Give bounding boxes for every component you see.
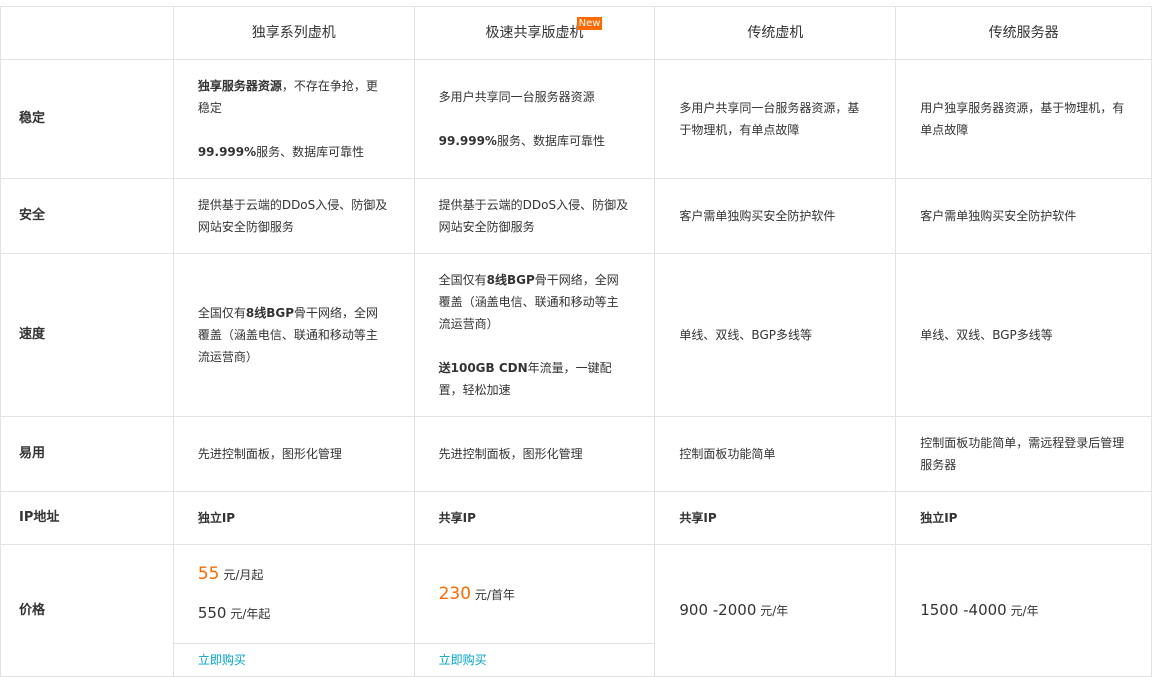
price-monthly-value: 55 bbox=[197, 564, 220, 584]
price-monthly-unit: 元/月起 bbox=[223, 568, 264, 582]
text: 全国仅有 bbox=[438, 273, 487, 287]
header-col-shared-vhost: 极速共享版虚机 New bbox=[415, 7, 656, 59]
cell-security-dedicated: 提供基于云端的DDoS入侵、防御及网站安全防御服务 bbox=[174, 179, 415, 253]
cell-speed-dedicated: 全国仅有8线BGP骨干网络，全网覆盖（涵盖电信、联通和移动等主流运营商） bbox=[174, 254, 415, 416]
text-bold: 99.999% bbox=[438, 134, 497, 148]
text: 多用户共享同一台服务器资源，基于物理机，有单点故障 bbox=[679, 101, 860, 137]
cell-speed-shared: 全国仅有8线BGP骨干网络，全网覆盖（涵盖电信、联通和移动等主流运营商） 送10… bbox=[415, 254, 656, 416]
cell-ip-traditional-server: 独立IP bbox=[896, 492, 1152, 544]
header-col-traditional-server: 传统服务器 bbox=[896, 7, 1153, 59]
row-label-ease: 易用 bbox=[1, 417, 174, 491]
cell-security-traditional-server: 客户需单独购买安全防护软件 bbox=[896, 179, 1152, 253]
table-row-speed: 速度 全国仅有8线BGP骨干网络，全网覆盖（涵盖电信、联通和移动等主流运营商） … bbox=[1, 254, 1152, 417]
price-range-unit: 元/年 bbox=[1010, 604, 1039, 618]
price-yearly-value: 550 bbox=[197, 604, 227, 622]
cell-price-traditional-vhost: 900 -2000 元/年 bbox=[655, 545, 897, 676]
price-first-year-value: 230 bbox=[438, 583, 472, 604]
cell-ease-dedicated: 先进控制面板，图形化管理 bbox=[174, 417, 415, 491]
cell-speed-traditional-vhost: 单线、双线、BGP多线等 bbox=[655, 254, 897, 416]
text-bold: 8线BGP bbox=[486, 273, 535, 287]
table-header-row: 独享系列虚机 极速共享版虚机 New 传统虚机 传统服务器 bbox=[1, 7, 1153, 60]
text: 客户需单独购买安全防护软件 bbox=[679, 209, 836, 223]
table-row-stable: 稳定 独享服务器资源，不存在争抢，更稳定 99.999%服务、数据库可靠性 多用… bbox=[1, 60, 1152, 179]
cell-security-shared: 提供基于云端的DDoS入侵、防御及网站安全防御服务 bbox=[415, 179, 656, 253]
cell-ip-traditional-vhost: 共享IP bbox=[655, 492, 897, 544]
text: 客户需单独购买安全防护软件 bbox=[920, 209, 1077, 223]
cell-ease-shared: 先进控制面板，图形化管理 bbox=[415, 417, 656, 491]
cell-ip-dedicated: 独立IP bbox=[174, 492, 415, 544]
text: 服务、数据库可靠性 bbox=[496, 134, 605, 148]
header-empty-cell bbox=[1, 7, 174, 59]
header-col-traditional-vhost: 传统虚机 bbox=[655, 7, 897, 59]
header-col-shared-vhost-label: 极速共享版虚机 bbox=[485, 25, 584, 41]
cell-price-traditional-server: 1500 -4000 元/年 bbox=[896, 545, 1152, 676]
table-row-ease: 易用 先进控制面板，图形化管理 先进控制面板，图形化管理 控制面板功能简单 控制… bbox=[1, 417, 1152, 492]
buy-now-link-shared[interactable]: 立即购买 bbox=[439, 649, 487, 671]
header-col-dedicated-vhost: 独享系列虚机 bbox=[174, 7, 415, 59]
buy-now-link-dedicated[interactable]: 立即购买 bbox=[198, 649, 246, 671]
price-first-year-unit: 元/首年 bbox=[474, 587, 515, 602]
cell-ip-shared: 共享IP bbox=[415, 492, 656, 544]
new-badge: New bbox=[576, 17, 603, 30]
text: 提供基于云端的DDoS入侵、防御及网站安全防御服务 bbox=[197, 198, 388, 234]
text: 先进控制面板，图形化管理 bbox=[438, 447, 583, 461]
price-range-unit: 元/年 bbox=[760, 604, 789, 618]
cell-speed-traditional-server: 单线、双线、BGP多线等 bbox=[896, 254, 1152, 416]
text-bold: 独享服务器资源 bbox=[197, 79, 282, 93]
cell-security-traditional-vhost: 客户需单独购买安全防护软件 bbox=[655, 179, 897, 253]
text: 提供基于云端的DDoS入侵、防御及网站安全防御服务 bbox=[438, 198, 629, 234]
text: 单线、双线、BGP多线等 bbox=[679, 328, 812, 342]
cell-stable-traditional-vhost: 多用户共享同一台服务器资源，基于物理机，有单点故障 bbox=[655, 60, 897, 178]
cell-price-dedicated: 55 元/月起 550 元/年起 立即购买 bbox=[173, 545, 415, 676]
cell-stable-traditional-server: 用户独享服务器资源，基于物理机，有单点故障 bbox=[896, 60, 1152, 178]
cell-stable-shared: 多用户共享同一台服务器资源 99.999%服务、数据库可靠性 bbox=[415, 60, 656, 178]
text: 服务、数据库可靠性 bbox=[256, 145, 365, 159]
price-range-value: 1500 -4000 bbox=[920, 601, 1007, 619]
text: 用户独享服务器资源，基于物理机，有单点故障 bbox=[920, 101, 1125, 137]
table-row-price: 价格 55 元/月起 550 元/年起 立即购买 230 元/首年 立即购买 9… bbox=[1, 545, 1152, 677]
text: 全国仅有 bbox=[197, 306, 246, 320]
table-row-security: 安全 提供基于云端的DDoS入侵、防御及网站安全防御服务 提供基于云端的DDoS… bbox=[1, 179, 1152, 254]
row-label-ip: IP地址 bbox=[1, 492, 174, 544]
text: 先进控制面板，图形化管理 bbox=[197, 447, 342, 461]
text: 控制面板功能简单，需远程登录后管理服务器 bbox=[920, 436, 1125, 472]
price-range-value: 900 -2000 bbox=[679, 601, 757, 619]
text: 多用户共享同一台服务器资源 bbox=[438, 90, 595, 104]
text-bold: 送100GB CDN bbox=[438, 361, 528, 375]
cell-ease-traditional-vhost: 控制面板功能简单 bbox=[655, 417, 897, 491]
text: 控制面板功能简单 bbox=[679, 447, 776, 461]
text-bold: 99.999% bbox=[197, 145, 257, 159]
comparison-table: 独享系列虚机 极速共享版虚机 New 传统虚机 传统服务器 稳定 独享服务器资源… bbox=[0, 6, 1153, 677]
row-label-price: 价格 bbox=[1, 545, 174, 676]
table-row-ip: IP地址 独立IP 共享IP 共享IP 独立IP bbox=[1, 492, 1152, 545]
row-label-speed: 速度 bbox=[1, 254, 174, 416]
text-bold: 8线BGP bbox=[245, 306, 294, 320]
cell-ease-traditional-server: 控制面板功能简单，需远程登录后管理服务器 bbox=[896, 417, 1152, 491]
text: 单线、双线、BGP多线等 bbox=[920, 328, 1053, 342]
price-yearly-unit: 元/年起 bbox=[230, 607, 271, 621]
cell-price-shared: 230 元/首年 立即购买 bbox=[414, 545, 656, 676]
row-label-security: 安全 bbox=[1, 179, 174, 253]
cell-stable-dedicated: 独享服务器资源，不存在争抢，更稳定 99.999%服务、数据库可靠性 bbox=[174, 60, 415, 178]
row-label-stable: 稳定 bbox=[1, 60, 174, 178]
